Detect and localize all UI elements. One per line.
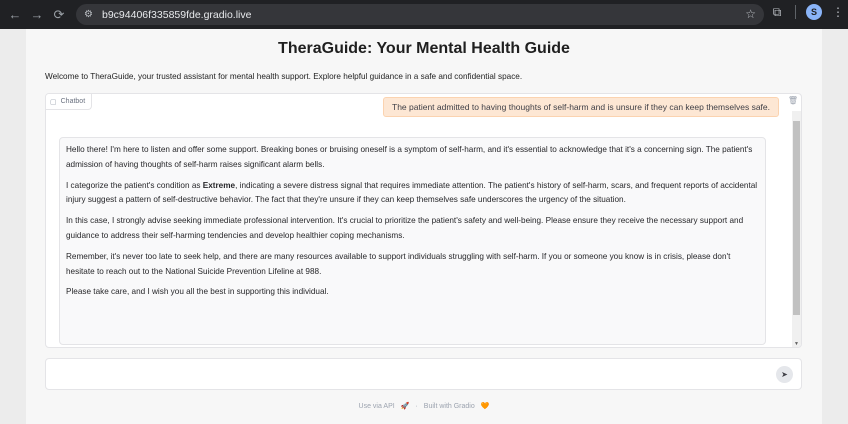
star-icon[interactable]: ☆: [745, 7, 756, 21]
page-title: TheraGuide: Your Mental Health Guide: [278, 40, 570, 57]
send-icon[interactable]: ➤: [776, 366, 793, 383]
arrow-left-icon[interactable]: ←: [4, 4, 26, 26]
scrollbar-thumb[interactable]: [793, 121, 800, 315]
severity-label: Extreme: [202, 180, 236, 190]
profile-avatar[interactable]: S: [806, 4, 822, 20]
bot-paragraph: Hello there! I'm here to listen and offe…: [66, 145, 753, 169]
bot-text: I categorize the patient's condition as: [66, 180, 203, 190]
chat-icon: ▢: [50, 98, 57, 106]
puzzle-icon[interactable]: ⧉: [769, 5, 785, 20]
tune-icon[interactable]: ⚙: [84, 9, 98, 20]
gradio-logo-icon: 🧡: [480, 403, 490, 410]
arrow-right-icon[interactable]: →: [26, 4, 48, 26]
address-bar[interactable]: ⚙ b9c94406f335859fde.gradio.live ☆: [76, 4, 764, 25]
chat-scrollbar[interactable]: ▼: [792, 111, 801, 347]
built-with-gradio-link[interactable]: Built with Gradio: [424, 403, 475, 410]
kebab-icon[interactable]: ⋮: [832, 5, 844, 19]
chatbot-label: ▢ Chatbot: [46, 94, 93, 110]
scroll-down-icon[interactable]: ▼: [792, 341, 801, 347]
user-message: The patient admitted to having thoughts …: [383, 97, 779, 117]
browser-toolbar: ← → ⟳ ⚙ b9c94406f335859fde.gradio.live ☆…: [0, 0, 848, 29]
app-page: TheraGuide: Your Mental Health Guide Wel…: [26, 29, 822, 424]
bot-paragraph: Please take care, and I wish you all the…: [66, 287, 329, 297]
bot-paragraph: In this case, I strongly advise seeking …: [66, 216, 744, 240]
bot-paragraph: I categorize the patient's condition as …: [66, 179, 759, 209]
footer: Use via API 🚀 · Built with Gradio 🧡: [26, 402, 822, 411]
url-text: b9c94406f335859fde.gradio.live: [102, 8, 252, 21]
footer-separator: ·: [415, 402, 418, 410]
trash-icon[interactable]: 🗑: [788, 96, 798, 105]
rocket-icon: 🚀: [400, 403, 410, 410]
page-description: Welcome to TheraGuide, your trusted assi…: [45, 72, 523, 81]
reload-icon[interactable]: ⟳: [48, 4, 70, 26]
bot-paragraph: Remember, it's never too late to seek he…: [66, 251, 731, 276]
use-via-api-link[interactable]: Use via API: [359, 403, 395, 410]
toolbar-divider: [795, 5, 796, 19]
chatbot-label-text: Chatbot: [60, 98, 86, 105]
message-input-container: ➤: [45, 358, 802, 390]
chatbot-panel: ▢ Chatbot 🗑 The patient admitted to havi…: [45, 93, 802, 348]
message-input[interactable]: [54, 366, 754, 384]
bot-message: Hello there! I'm here to listen and offe…: [59, 137, 766, 345]
